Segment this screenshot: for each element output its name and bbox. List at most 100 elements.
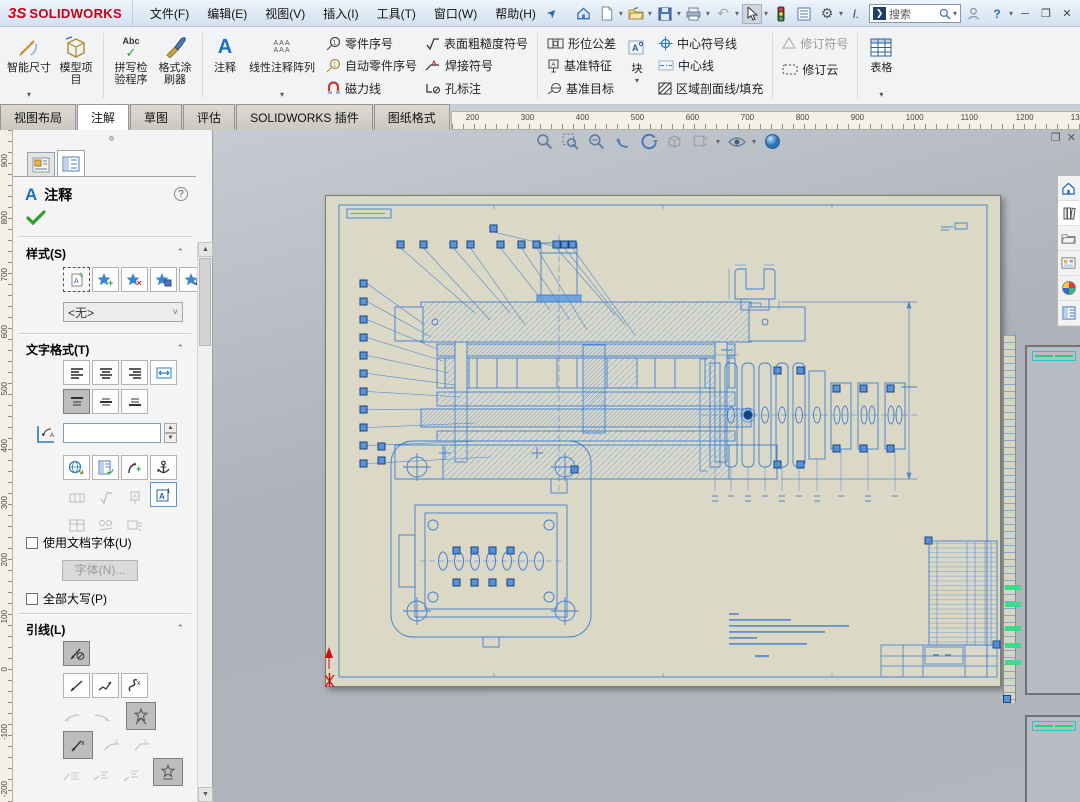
view-palette-tab-button[interactable] [1058, 251, 1079, 276]
text-format-section-header[interactable]: 文字格式(T) [26, 341, 89, 358]
model-items-button[interactable]: 模型项目 [54, 29, 98, 102]
justify-button[interactable] [150, 360, 177, 385]
spell-checker-button[interactable]: Abc✓ 拼写检验程序 [109, 29, 153, 102]
menu-tools[interactable]: 工具(T) [368, 1, 425, 26]
text-format-collapse-icon[interactable]: ⌃ [176, 343, 184, 354]
centerline-button[interactable]: 中心线 [658, 56, 763, 76]
delete-style-button[interactable]: × [121, 267, 148, 292]
user-account-icon[interactable] [964, 4, 984, 24]
options-list-icon[interactable] [794, 4, 814, 24]
search-input[interactable]: 搜索 [889, 6, 936, 22]
display-style-caret-icon[interactable]: ▾ [716, 137, 720, 146]
revision-cloud-button[interactable]: 修订云 [782, 59, 848, 79]
pm-scroll-down-icon[interactable]: ▼ [198, 787, 213, 802]
pm-ok-button[interactable] [26, 210, 46, 226]
gear-icon[interactable]: ⚙ [817, 4, 837, 24]
undo-icon[interactable]: ↶ [713, 4, 733, 24]
datum-target-button[interactable]: 基准目标 [547, 78, 616, 98]
tab-view-layout[interactable]: 视图布局 [0, 104, 76, 130]
pm-help-icon[interactable]: ? [174, 187, 188, 201]
menu-help[interactable]: 帮助(H) [486, 1, 545, 26]
open-caret-icon[interactable]: ▾ [648, 9, 652, 18]
drawing-sheet[interactable] [325, 195, 1001, 687]
home-tab-button[interactable] [1058, 176, 1079, 201]
smart-dimension-caret-icon[interactable]: ▾ [27, 89, 31, 101]
area-hatch-button[interactable]: 区域剖面线/填充 [658, 78, 763, 98]
style-dropdown[interactable]: <无> ˅ [63, 302, 183, 322]
smart-dimension-button[interactable]: 智能尺寸 ▾ [4, 29, 54, 102]
lock-leader-anchor-button[interactable] [150, 455, 177, 480]
pin-menu-icon[interactable]: ➤ [543, 4, 560, 21]
underlined-leader-button[interactable]: x [121, 673, 148, 698]
geometric-tolerance-button[interactable]: 形位公差 [547, 33, 616, 53]
align-center-button[interactable] [92, 360, 119, 385]
insert-hyperlink-button[interactable] [63, 455, 90, 480]
previous-view-icon[interactable] [613, 132, 632, 151]
add-style-button[interactable]: + [92, 267, 119, 292]
style-collapse-icon[interactable]: ⌃ [176, 247, 184, 258]
leader-section-header[interactable]: 引线(L) [26, 621, 65, 638]
minimize-button[interactable]: ─ [1016, 8, 1034, 20]
menu-insert[interactable]: 插入(I) [314, 1, 367, 26]
link-to-property-button[interactable] [92, 455, 119, 480]
surface-finish-button[interactable]: 表面粗糙度符号 [425, 33, 528, 53]
all-caps-checkbox[interactable] [26, 593, 38, 605]
zoom-to-fit-icon[interactable] [535, 132, 554, 151]
gear-caret-icon[interactable]: ▾ [839, 9, 843, 18]
search-caret-icon[interactable]: ▾ [953, 9, 957, 18]
hole-callout-button[interactable]: 孔标注 [425, 78, 528, 98]
menu-file[interactable]: 文件(F) [141, 1, 198, 26]
use-doc-font-checkbox[interactable] [26, 537, 38, 549]
panel-splitter-handle[interactable] [109, 136, 114, 141]
home-icon[interactable] [574, 4, 594, 24]
help-caret-icon[interactable]: ▾ [1009, 9, 1013, 18]
apply-default-style-button[interactable]: A [63, 267, 90, 292]
close-button[interactable]: ✕ [1058, 7, 1076, 20]
view-settings-icon[interactable] [763, 132, 782, 151]
background-window[interactable] [1025, 345, 1080, 695]
angle-input[interactable] [63, 423, 161, 443]
align-top-button[interactable] [63, 389, 90, 414]
search-box[interactable]: ❯ 搜索 ▾ [869, 4, 961, 23]
align-middle-button[interactable] [92, 389, 119, 414]
tab-evaluate[interactable]: 评估 [183, 104, 235, 130]
tab-sheet-format[interactable]: 图纸格式 [374, 104, 450, 130]
menu-edit[interactable]: 编辑(E) [198, 1, 256, 26]
save-caret-icon[interactable]: ▾ [677, 9, 681, 18]
linear-note-pattern-caret-icon[interactable]: ▾ [280, 89, 284, 101]
linear-note-pattern-button[interactable]: AAAAAA 线性注释阵列 ▾ [242, 29, 322, 102]
file-explorer-tab-button[interactable] [1058, 226, 1079, 251]
background-window-2[interactable] [1025, 715, 1080, 802]
pm-scrollbar[interactable]: ▲ ▼ [197, 242, 212, 802]
flag-note-bank-button[interactable]: A1 [150, 482, 177, 507]
search-icon[interactable] [939, 8, 951, 20]
menu-view[interactable]: 视图(V) [256, 1, 314, 26]
datum-feature-button[interactable]: A 基准特征 [547, 56, 616, 76]
center-mark-button[interactable]: 中心符号线 [658, 33, 763, 53]
block-caret-icon[interactable]: ▾ [635, 75, 639, 87]
property-manager-tab[interactable] [57, 150, 85, 176]
hide-show-items-icon[interactable] [727, 132, 746, 151]
apply-to-all-leaders-button[interactable] [153, 758, 183, 786]
doc-close-icon[interactable]: ✕ [1067, 131, 1076, 144]
straight-leader-style-button[interactable]: x [63, 731, 93, 759]
save-icon[interactable] [655, 4, 675, 24]
multi-jog-leader-button[interactable] [92, 673, 119, 698]
zoom-in-out-icon[interactable] [587, 132, 606, 151]
select-cursor-icon[interactable] [742, 4, 762, 24]
leader-nearest-button[interactable] [126, 702, 156, 730]
new-document-icon[interactable] [597, 4, 617, 24]
align-left-button[interactable] [63, 360, 90, 385]
weld-symbol-button[interactable]: 焊接符号 [425, 56, 528, 76]
angle-spin-down[interactable]: ▼ [164, 433, 177, 443]
help-icon[interactable]: ? [987, 4, 1007, 24]
zoom-to-area-icon[interactable] [561, 132, 580, 151]
doc-restore-icon[interactable]: ❐ [1051, 131, 1061, 144]
tables-caret-icon[interactable]: ▾ [879, 89, 883, 101]
tab-solidworks-addins[interactable]: SOLIDWORKS 插件 [236, 104, 373, 130]
menu-window[interactable]: 窗口(W) [425, 1, 486, 26]
custom-properties-tab-button[interactable] [1058, 301, 1079, 326]
pm-scroll-up-icon[interactable]: ▲ [198, 242, 213, 257]
selection-handle[interactable] [1003, 695, 1011, 703]
note-button[interactable]: A 注释 [208, 29, 242, 102]
